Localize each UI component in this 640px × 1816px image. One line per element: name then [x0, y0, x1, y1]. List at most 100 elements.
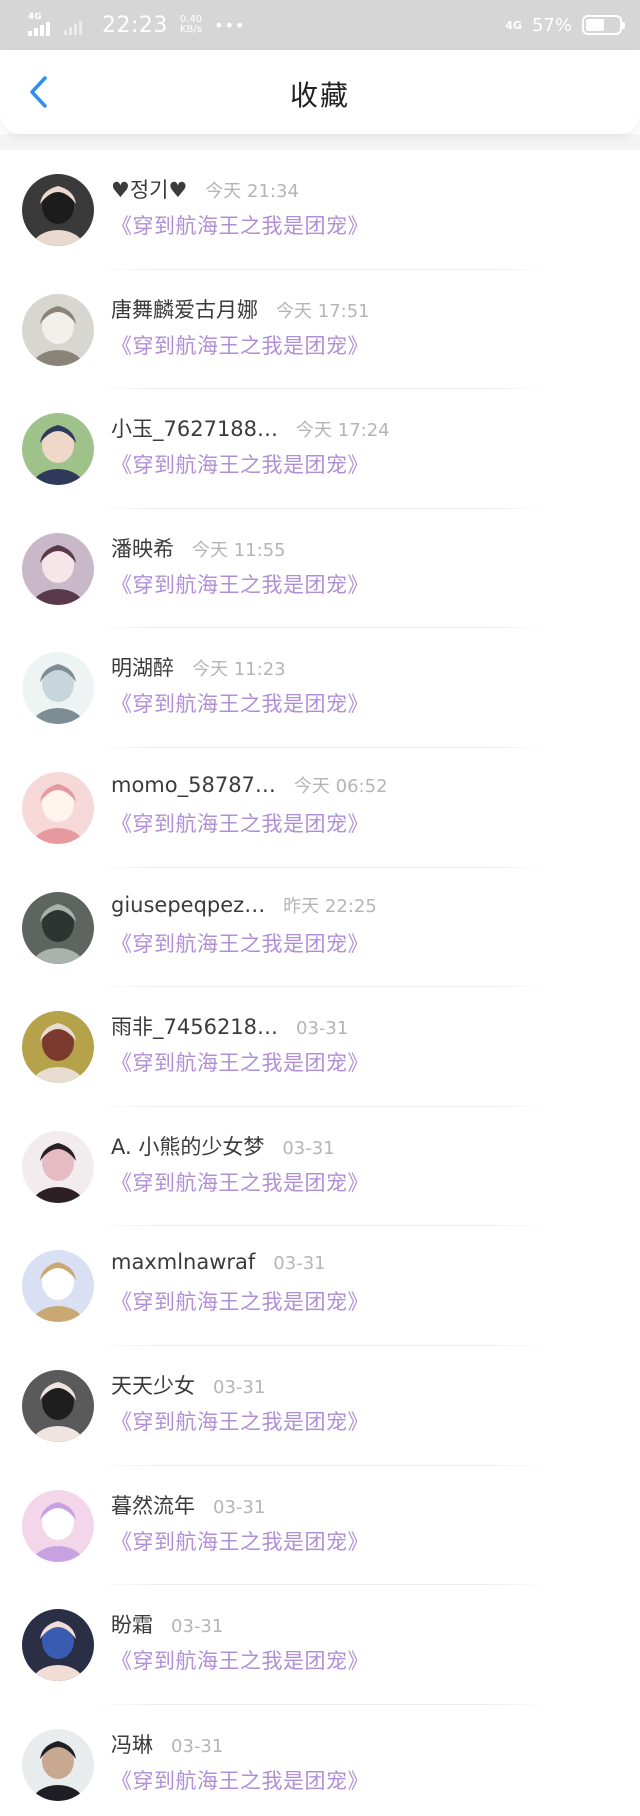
avatar[interactable] — [22, 891, 94, 964]
user-name[interactable]: 天天少女 — [111, 1370, 195, 1400]
more-notifications-icon: ••• — [214, 15, 246, 35]
favorite-time: 03-31 — [171, 1735, 224, 1757]
user-name[interactable]: 雨非_7456218… — [111, 1011, 278, 1041]
page-title: 收藏 — [289, 79, 350, 112]
favorite-item-text: 冯琳 03-31 《穿到航海王之我是团宠》 — [111, 1729, 620, 1795]
favorite-item-header: 盼霜 03-31 — [111, 1609, 620, 1643]
favorite-item-header: A. 小熊的少女梦 03-31 — [111, 1131, 620, 1165]
favorite-item-header: 暮然流年 03-31 — [111, 1490, 620, 1524]
user-name[interactable]: 暮然流年 — [111, 1490, 195, 1520]
favorite-item[interactable]: 小玉_7627188… 今天 17:24 《穿到航海王之我是团宠》 — [0, 389, 640, 509]
book-title-link[interactable]: 《穿到航海王之我是团宠》 — [111, 1526, 620, 1556]
favorite-item[interactable]: 雨非_7456218… 03-31 《穿到航海王之我是团宠》 — [0, 987, 640, 1107]
favorite-item-text: 暮然流年 03-31 《穿到航海王之我是团宠》 — [111, 1490, 620, 1556]
avatar[interactable] — [22, 771, 94, 844]
avatar[interactable] — [22, 293, 94, 366]
favorite-item[interactable]: momo_58787… 今天 06:52 《穿到航海王之我是团宠》 — [0, 748, 640, 868]
favorite-item[interactable]: giusepeqpez… 昨天 22:25 《穿到航海王之我是团宠》 — [0, 868, 640, 988]
user-name[interactable]: 小玉_7627188… — [111, 413, 278, 443]
book-title-link[interactable]: 《穿到航海王之我是团宠》 — [111, 688, 620, 718]
user-name[interactable]: 唐舞麟爱古月娜 — [111, 294, 258, 324]
favorite-item[interactable]: ♥정기♥ 今天 21:34 《穿到航海王之我是团宠》 — [0, 150, 640, 270]
book-title-link[interactable]: 《穿到航海王之我是团宠》 — [111, 1645, 620, 1675]
avatar[interactable] — [22, 1250, 94, 1323]
header-separator — [0, 134, 640, 150]
favorite-time: 今天 17:51 — [276, 300, 370, 322]
avatar-image-icon — [22, 1728, 94, 1801]
favorite-item[interactable]: 暮然流年 03-31 《穿到航海王之我是团宠》 — [0, 1466, 640, 1586]
favorite-item-text: ♥정기♥ 今天 21:34 《穿到航海王之我是团宠》 — [111, 174, 620, 240]
favorite-item[interactable]: 盼霜 03-31 《穿到航海王之我是团宠》 — [0, 1585, 640, 1705]
avatar[interactable] — [22, 1369, 94, 1442]
battery-percent: 57% — [531, 14, 572, 36]
avatar[interactable] — [22, 1609, 94, 1682]
favorite-item-header: maxmlnawraf 03-31 — [111, 1250, 620, 1284]
status-left: 4G 22:23 0.40 KB/s ••• — [28, 12, 246, 38]
avatar[interactable] — [22, 1011, 94, 1084]
avatar[interactable] — [22, 532, 94, 605]
book-title-link[interactable]: 《穿到航海王之我是团宠》 — [111, 808, 620, 838]
avatar-image-icon — [22, 174, 94, 246]
favorite-item[interactable]: 明湖醉 今天 11:23 《穿到航海王之我是团宠》 — [0, 628, 640, 748]
book-title-link[interactable]: 《穿到航海王之我是团宠》 — [111, 1167, 620, 1197]
book-title-link[interactable]: 《穿到航海王之我是团宠》 — [111, 1047, 620, 1077]
favorite-item[interactable]: 冯琳 03-31 《穿到航海王之我是团宠》 — [0, 1705, 640, 1816]
favorite-item-header: 潘映希 今天 11:55 — [111, 533, 620, 567]
user-name[interactable]: momo_58787… — [111, 773, 276, 797]
user-name[interactable]: 明湖醉 — [111, 652, 174, 682]
user-name[interactable]: giusepeqpez… — [111, 893, 265, 917]
favorite-item-header: 明湖醉 今天 11:23 — [111, 652, 620, 686]
favorite-time: 今天 21:34 — [205, 181, 299, 202]
avatar[interactable] — [22, 1130, 94, 1203]
battery-icon — [582, 15, 625, 35]
avatar[interactable] — [22, 1728, 94, 1801]
avatar-image-icon — [22, 891, 94, 964]
book-title-link[interactable]: 《穿到航海王之我是团宠》 — [111, 569, 620, 599]
favorite-item-text: 唐舞麟爱古月娜 今天 17:51 《穿到航海王之我是团宠》 — [111, 294, 620, 360]
avatar-image-icon — [22, 771, 94, 844]
avatar-image-icon — [22, 1250, 94, 1323]
avatar[interactable] — [22, 413, 94, 486]
favorite-item-text: 潘映希 今天 11:55 《穿到航海王之我是团宠》 — [111, 533, 620, 599]
avatar-image-icon — [22, 532, 94, 605]
avatar[interactable] — [22, 174, 94, 246]
favorite-time: 03-31 — [282, 1137, 335, 1159]
user-name[interactable]: ♥정기♥ — [111, 174, 187, 204]
favorite-item[interactable]: 潘映希 今天 11:55 《穿到航海王之我是团宠》 — [0, 509, 640, 629]
avatar[interactable] — [22, 652, 94, 725]
book-title-link[interactable]: 《穿到航海王之我是团宠》 — [111, 928, 620, 958]
network-type-right: 4G — [505, 18, 522, 32]
signal-strength-secondary-icon — [64, 15, 90, 35]
favorite-item[interactable]: A. 小熊的少女梦 03-31 《穿到航海王之我是团宠》 — [0, 1107, 640, 1227]
favorite-item-text: maxmlnawraf 03-31 《穿到航海王之我是团宠》 — [111, 1250, 620, 1316]
favorite-item[interactable]: 唐舞麟爱古月娜 今天 17:51 《穿到航海王之我是团宠》 — [0, 270, 640, 390]
favorite-item-text: A. 小熊的少女梦 03-31 《穿到航海王之我是团宠》 — [111, 1131, 620, 1197]
user-name[interactable]: 盼霜 — [111, 1609, 153, 1639]
user-name[interactable]: maxmlnawraf — [111, 1250, 255, 1274]
favorite-time: 今天 11:23 — [192, 659, 286, 681]
status-right: 4G 57% — [505, 14, 625, 36]
favorite-item-header: 唐舞麟爱古月娜 今天 17:51 — [111, 294, 620, 328]
favorite-item[interactable]: 天天少女 03-31 《穿到航海王之我是团宠》 — [0, 1346, 640, 1466]
book-title-link[interactable]: 《穿到航海王之我是团宠》 — [111, 449, 620, 479]
favorite-time: 今天 11:55 — [192, 539, 286, 561]
user-name[interactable]: 潘映希 — [111, 533, 174, 563]
avatar[interactable] — [22, 1489, 94, 1562]
network-speed-unit: KB/s — [179, 24, 202, 35]
book-title-link[interactable]: 《穿到航海王之我是团宠》 — [111, 330, 620, 360]
favorite-item[interactable]: maxmlnawraf 03-31 《穿到航海王之我是团宠》 — [0, 1226, 640, 1346]
user-name[interactable]: 冯琳 — [111, 1729, 153, 1759]
favorite-time: 昨天 22:25 — [283, 895, 377, 917]
user-name[interactable]: A. 小熊的少女梦 — [111, 1131, 264, 1161]
favorite-item-header: 雨非_7456218… 03-31 — [111, 1011, 620, 1045]
favorite-item-header: 冯琳 03-31 — [111, 1729, 620, 1763]
avatar-image-icon — [22, 1609, 94, 1682]
favorite-item-header: momo_58787… 今天 06:52 — [111, 772, 620, 806]
book-title-link[interactable]: 《穿到航海王之我是团宠》 — [111, 1286, 620, 1316]
network-type-label: 4G — [28, 12, 42, 22]
book-title-link[interactable]: 《穿到航海王之我是团宠》 — [111, 210, 620, 240]
status-time: 22:23 — [102, 12, 168, 38]
book-title-link[interactable]: 《穿到航海王之我是团宠》 — [111, 1406, 620, 1436]
book-title-link[interactable]: 《穿到航海王之我是团宠》 — [111, 1765, 620, 1795]
favorite-item-text: 盼霜 03-31 《穿到航海王之我是团宠》 — [111, 1609, 620, 1675]
